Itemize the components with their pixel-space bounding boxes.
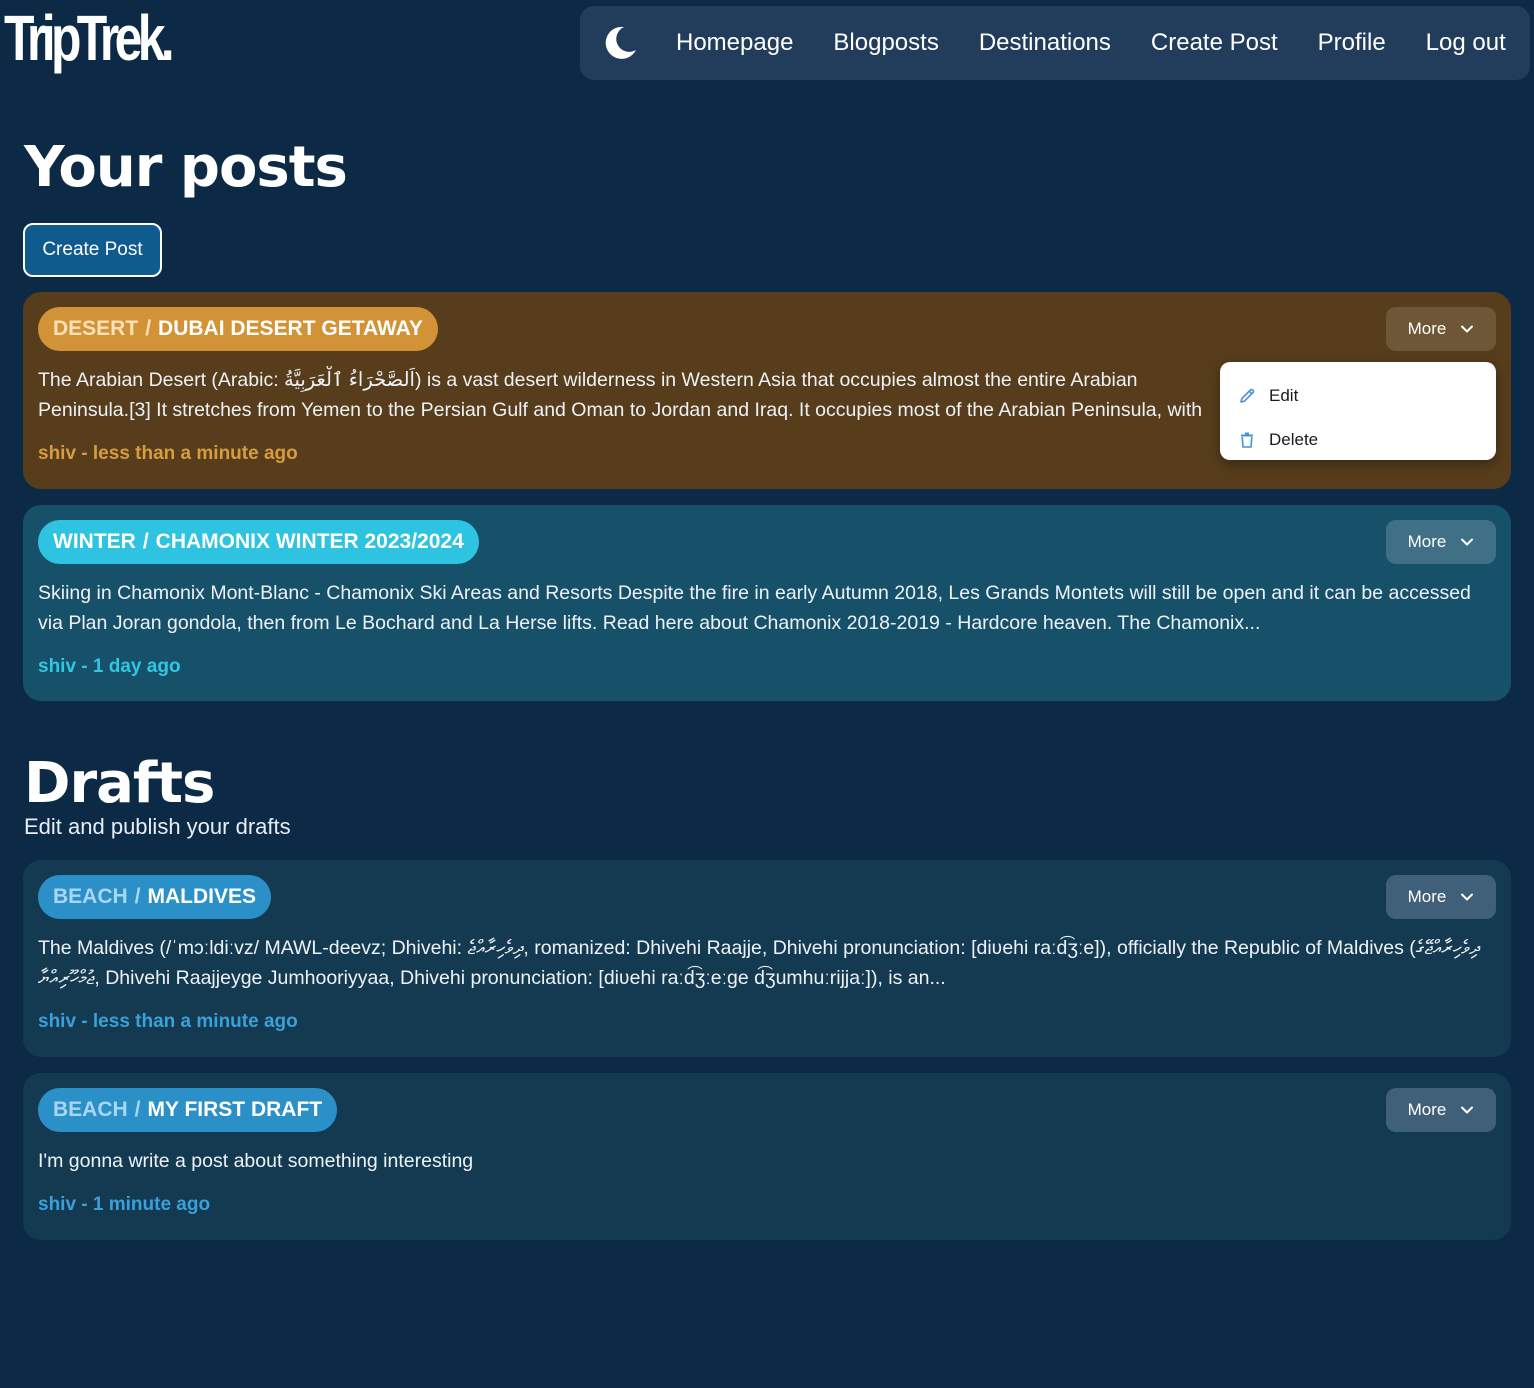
tag-separator: / — [134, 885, 141, 908]
tag-separator: / — [134, 1098, 141, 1121]
post-excerpt: The Arabian Desert (Arabic: اَلصَّحْرَاء… — [38, 369, 1203, 421]
more-label: More — [1407, 319, 1447, 338]
top-navbar: Homepage Blogposts Destinations Create P… — [580, 6, 1530, 80]
tag-title: MY FIRST DRAFT — [147, 1098, 323, 1121]
posts-title: Your posts — [24, 135, 348, 200]
draft-card-maldives[interactable]: BEACH / MALDIVES More The Maldives (/ˈmɔ… — [23, 860, 1511, 1057]
post-meta: shiv - less than a minute ago — [38, 1011, 298, 1032]
post-meta: shiv - 1 minute ago — [38, 1194, 211, 1215]
tag-title: CHAMONIX WINTER 2023/2024 — [155, 530, 464, 553]
tag-category: BEACH — [53, 885, 128, 908]
more-button[interactable]: More — [1386, 1088, 1496, 1132]
drafts-subtitle: Edit and publish your drafts — [24, 814, 291, 839]
post-tag[interactable]: DESERT / DUBAI DESERT GETAWAY — [38, 307, 438, 351]
more-label: More — [1407, 887, 1447, 906]
chevron-down-icon — [1461, 1106, 1474, 1114]
tag-title: MALDIVES — [147, 885, 257, 908]
tag-separator: / — [145, 317, 152, 340]
nav-profile[interactable]: Profile — [1318, 29, 1386, 57]
dropdown-delete-label: Delete — [1269, 430, 1319, 449]
more-button[interactable]: More — [1386, 307, 1496, 351]
post-meta: shiv - 1 day ago — [38, 656, 181, 677]
dropdown-delete[interactable]: Delete — [1220, 418, 1496, 462]
tag-category: WINTER — [53, 530, 136, 553]
moon-icon[interactable] — [600, 23, 640, 63]
post-tag[interactable]: BEACH / MALDIVES — [38, 875, 272, 919]
nav-log-out[interactable]: Log out — [1426, 29, 1506, 57]
chevron-down-icon — [1461, 893, 1474, 901]
create-post-button[interactable]: Create Post — [23, 223, 162, 277]
nav-homepage[interactable]: Homepage — [676, 29, 793, 57]
pencil-icon — [1240, 388, 1255, 403]
tag-category: BEACH — [53, 1098, 128, 1121]
tag-title: DUBAI DESERT GETAWAY — [158, 317, 423, 340]
chevron-down-icon — [1461, 325, 1474, 333]
post-excerpt: Skiing in Chamonix Mont-Blanc - Chamonix… — [38, 582, 1471, 634]
tag-category: DESERT — [53, 317, 139, 340]
post-card-winter[interactable]: WINTER / CHAMONIX WINTER 2023/2024 More … — [23, 505, 1511, 701]
more-label: More — [1407, 532, 1447, 551]
trash-icon — [1241, 432, 1253, 448]
dropdown-edit[interactable]: Edit — [1220, 374, 1496, 418]
site-logo[interactable]: TripTrek. — [4, 6, 175, 70]
chevron-down-icon — [1461, 538, 1474, 546]
nav-blogposts[interactable]: Blogposts — [833, 29, 938, 57]
nav-create-post[interactable]: Create Post — [1151, 29, 1278, 57]
more-label: More — [1407, 1100, 1447, 1119]
drafts-title: Drafts — [24, 751, 215, 816]
more-button[interactable]: More — [1386, 520, 1496, 564]
post-excerpt: The Maldives (/ˈmɔːldiːvz/ MAWL-deevz; D… — [38, 937, 1480, 989]
more-button[interactable]: More — [1386, 875, 1496, 919]
tag-separator: / — [142, 530, 149, 553]
post-meta: shiv - less than a minute ago — [38, 443, 298, 464]
more-dropdown-menu: Edit Delete — [1220, 362, 1496, 460]
post-excerpt: I'm gonna write a post about something i… — [38, 1150, 474, 1172]
dropdown-edit-label: Edit — [1269, 386, 1299, 405]
post-tag[interactable]: WINTER / CHAMONIX WINTER 2023/2024 — [38, 520, 479, 564]
nav-destinations[interactable]: Destinations — [979, 29, 1111, 57]
post-tag[interactable]: BEACH / MY FIRST DRAFT — [38, 1088, 338, 1132]
draft-card-first-draft[interactable]: BEACH / MY FIRST DRAFT More I'm gonna wr… — [23, 1073, 1511, 1240]
